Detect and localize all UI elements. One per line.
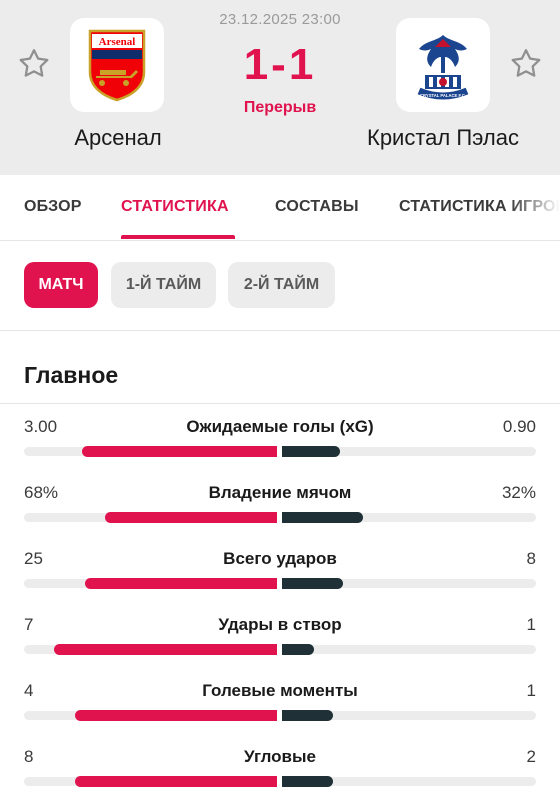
stat-label: Угловые [244,747,316,766]
stat-label: Голевые моменты [202,681,358,700]
stat-away-value: 8 [526,549,536,568]
stat-home-bar [75,710,277,721]
stat-away-value: 1 [526,615,536,634]
stat-home-bar [82,446,277,457]
stat-row: 68% Владение мячом 32% [0,483,560,549]
stat-home-bar [54,644,277,655]
stat-row: 3.00 Ожидаемые голы (xG) 0.90 [0,417,560,483]
tabs-fade-overlay [510,175,560,240]
stat-label: Владение мячом [208,483,352,502]
period-chip-match[interactable]: МАТЧ [24,262,98,308]
svg-text:CRYSTAL PALACE F.C.: CRYSTAL PALACE F.C. [420,93,466,98]
stat-home-bar [85,578,277,589]
crystal-palace-crest-icon: CRYSTAL PALACE F.C. [417,35,469,100]
stat-away-bar [282,710,333,721]
stat-home-value: 4 [24,681,34,700]
match-tabs: ОБЗОР СТАТИСТИКА СОСТАВЫ СТАТИСТИКА ИГРО… [0,175,560,241]
stat-home-bar [105,512,277,523]
stat-away-value: 2 [526,747,536,766]
match-score: 1-1 [243,40,317,89]
stat-away-bar [282,644,314,655]
match-status: Перерыв [243,99,317,116]
home-team-logo[interactable]: Arsenal [70,18,164,112]
favorite-star-icon-away[interactable] [508,46,544,82]
away-team-logo[interactable]: CRYSTAL PALACE F.C. [396,18,490,112]
stat-row: 8 Угловые 2 [0,747,560,800]
stat-row: 25 Всего ударов 8 [0,549,560,615]
svg-text:Arsenal: Arsenal [99,36,136,48]
stat-away-value: 1 [526,681,536,700]
stat-away-bar [282,776,333,787]
period-chip-first-half[interactable]: 1-Й ТАЙМ [111,262,216,308]
stat-home-value: 7 [24,615,34,634]
stat-home-value: 68% [24,483,59,502]
stat-away-value: 0.90 [502,417,536,436]
tab-overview[interactable]: ОБЗОР [24,198,82,216]
stat-row: 7 Удары в створ 1 [0,615,560,681]
away-team-name[interactable]: Кристал Пэлас [348,125,538,151]
home-team-name[interactable]: Арсенал [48,125,188,151]
stat-label: Всего ударов [223,549,337,568]
stat-home-value: 3.00 [24,417,58,436]
section-title: Главное [24,362,119,388]
stat-row: 4 Голевые моменты 1 [0,681,560,747]
stat-home-value: 25 [24,549,43,568]
tab-statistics[interactable]: СТАТИСТИКА [121,198,229,216]
stat-away-track [282,645,536,654]
period-selector: МАТЧ 1-Й ТАЙМ 2-Й ТАЙМ [0,241,560,331]
stat-away-value: 32% [501,483,536,502]
section-divider [0,403,560,404]
stat-away-bar [282,446,340,457]
stat-home-value: 8 [24,747,34,766]
stat-home-bar [75,776,277,787]
match-header: 23.12.2025 23:00 Arsenal CRYSTAL PALACE … [0,0,560,175]
active-tab-indicator [121,235,235,239]
tab-lineups[interactable]: СОСТАВЫ [275,198,359,216]
stat-away-bar [282,578,343,589]
period-chip-second-half[interactable]: 2-Й ТАЙМ [228,262,335,308]
stat-away-bar [282,512,363,523]
arsenal-crest-icon: Arsenal [88,29,146,102]
stat-label: Ожидаемые голы (xG) [186,417,374,436]
stat-label: Удары в створ [218,615,342,634]
favorite-star-icon-home[interactable] [16,46,52,82]
